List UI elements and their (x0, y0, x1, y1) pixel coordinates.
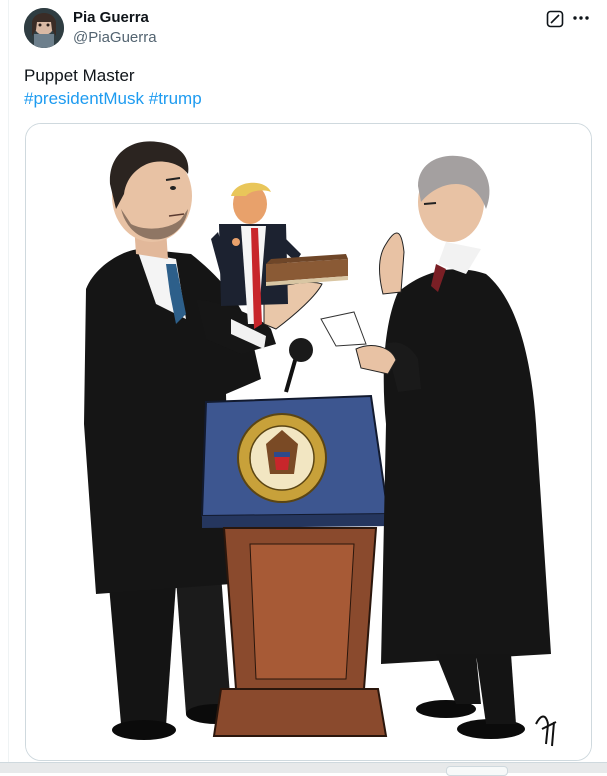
cartoon-illustration (26, 124, 591, 760)
grok-icon[interactable] (546, 10, 564, 28)
tweet-text: Puppet Master (24, 66, 135, 85)
more-dots-icon[interactable] (571, 8, 591, 28)
author-handle[interactable]: @PiaGuerra (73, 29, 157, 46)
author-display-name[interactable]: Pia Guerra (73, 9, 149, 26)
avatar[interactable] (24, 8, 64, 48)
hashtag-link-trump[interactable]: #trump (149, 89, 202, 108)
timeline-divider (8, 0, 9, 762)
hashtag-line: #presidentMusk #trump (24, 87, 202, 111)
hashtag-link-presidentmusk[interactable]: #presidentMusk (24, 89, 144, 108)
tweet-media-image[interactable] (25, 123, 592, 761)
browser-bottom-bar (0, 762, 607, 773)
avatar-photo-icon (24, 8, 64, 48)
tweet-header: Pia Guerra @PiaGuerra (24, 8, 594, 50)
scroll-pill[interactable] (446, 766, 508, 776)
